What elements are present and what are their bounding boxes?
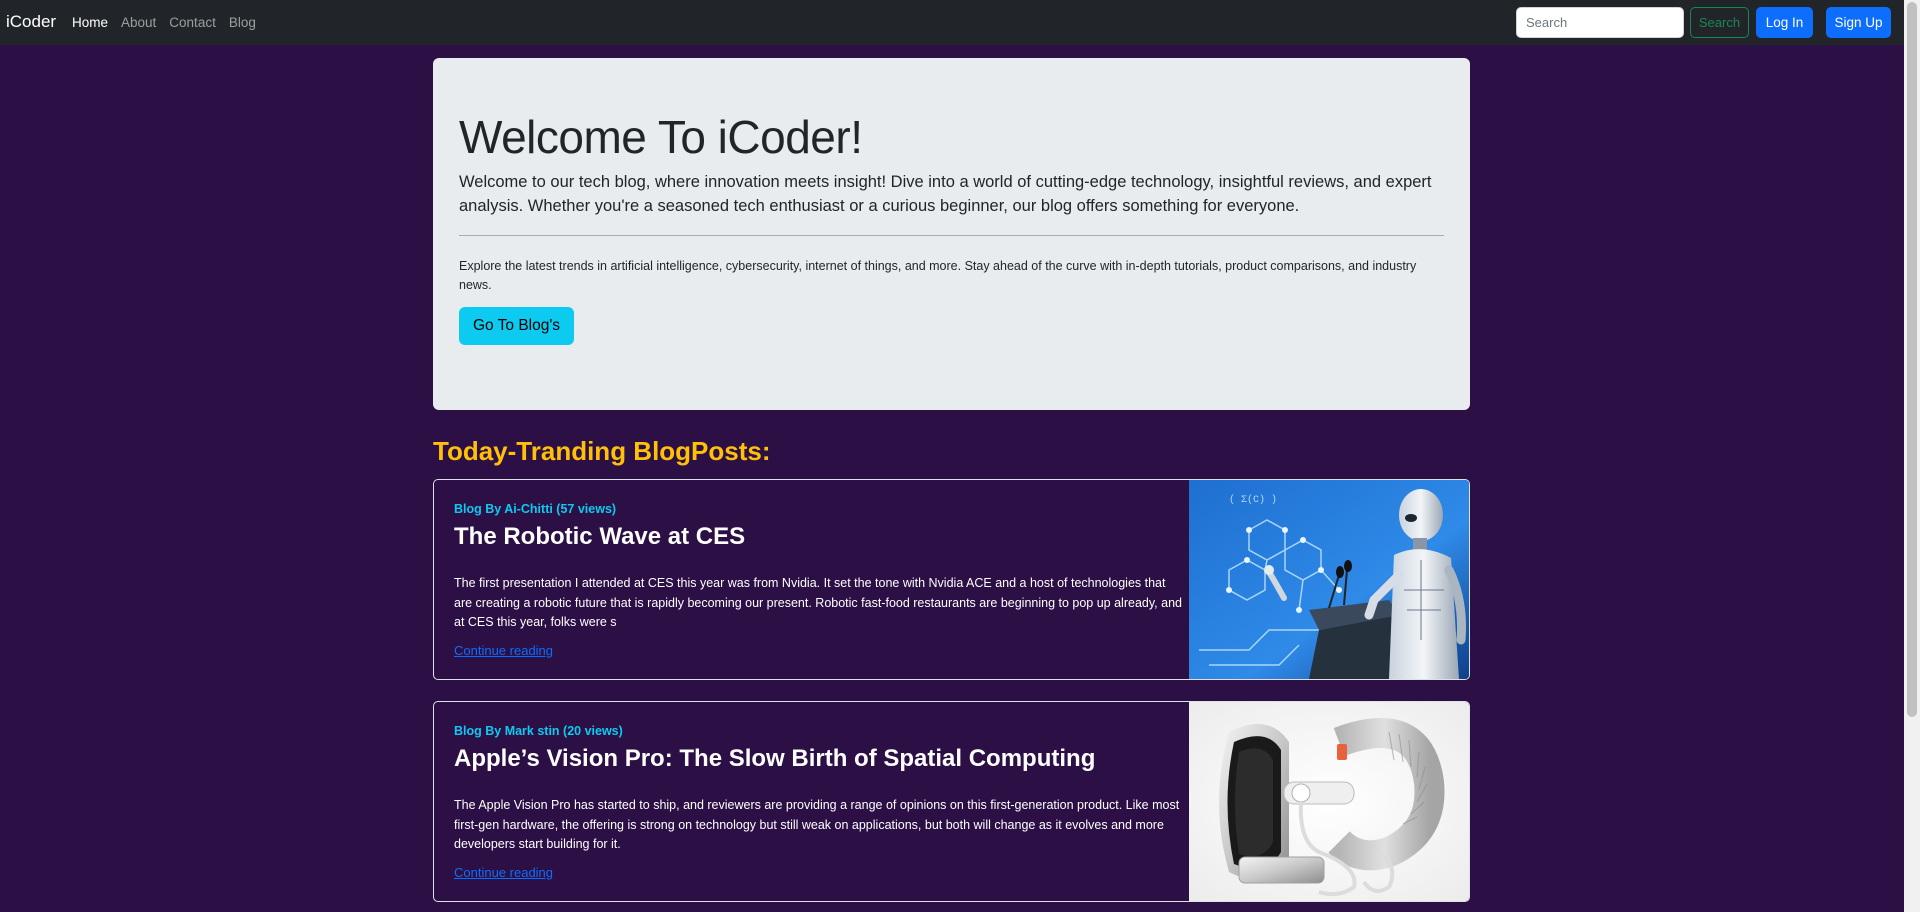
svg-text:( Ʃ(C) ): ( Ʃ(C) ) (1229, 494, 1277, 506)
go-to-blog-button[interactable]: Go To Blog's (459, 307, 574, 345)
nav-links: Home About Contact Blog (72, 15, 269, 30)
page-scrollbar[interactable] (1904, 0, 1920, 912)
nav-link-blog[interactable]: Blog (229, 15, 256, 30)
brand-logo[interactable]: iCoder (6, 12, 56, 32)
post-author: Blog By Mark stin (20 views) (454, 724, 623, 738)
hero-jumbotron: Welcome To iCoder! Welcome to our tech b… (433, 58, 1470, 410)
nav-link-about[interactable]: About (121, 15, 156, 30)
post-excerpt: The first presentation I attended at CES… (454, 576, 1182, 629)
post-excerpt: The Apple Vision Pro has started to ship… (454, 798, 1180, 851)
continue-reading-link[interactable]: Continue reading (454, 865, 553, 880)
scrollbar-thumb[interactable] (1907, 2, 1917, 717)
blog-post-card: Blog By Mark stin (20 views) Apple’s Vis… (433, 701, 1470, 902)
trending-section-title: Today-Tranding BlogPosts: (433, 436, 771, 466)
nav-link-contact[interactable]: Contact (169, 15, 216, 30)
vision-pro-illustration (1189, 702, 1469, 901)
search-button[interactable]: Search (1690, 7, 1749, 38)
robot-illustration: ( Ʃ(C) ) (1189, 480, 1469, 679)
post-author: Blog By Ai-Chitti (57 views) (454, 502, 617, 516)
hero-divider (459, 235, 1444, 236)
search-input[interactable] (1516, 7, 1684, 38)
robot-image: ( Ʃ(C) ) (1189, 480, 1469, 679)
post-title: The Robotic Wave at CES (454, 523, 746, 550)
login-button[interactable]: Log In (1756, 7, 1813, 38)
signup-button[interactable]: Sign Up (1826, 7, 1891, 38)
nav-link-home[interactable]: Home (72, 15, 108, 30)
hero-lead: Welcome to our tech blog, where innovati… (459, 173, 1432, 215)
vr-headset-image (1189, 702, 1469, 901)
navbar: iCoder Home About Contact Blog Search Lo… (0, 0, 1904, 45)
hero-text: Explore the latest trends in artificial … (459, 259, 1417, 292)
continue-reading-link[interactable]: Continue reading (454, 643, 553, 658)
hero-title: Welcome To iCoder! (459, 111, 863, 163)
blog-post-card: Blog By Ai-Chitti (57 views) The Robotic… (433, 479, 1470, 680)
post-title: Apple’s Vision Pro: The Slow Birth of Sp… (454, 745, 1096, 772)
